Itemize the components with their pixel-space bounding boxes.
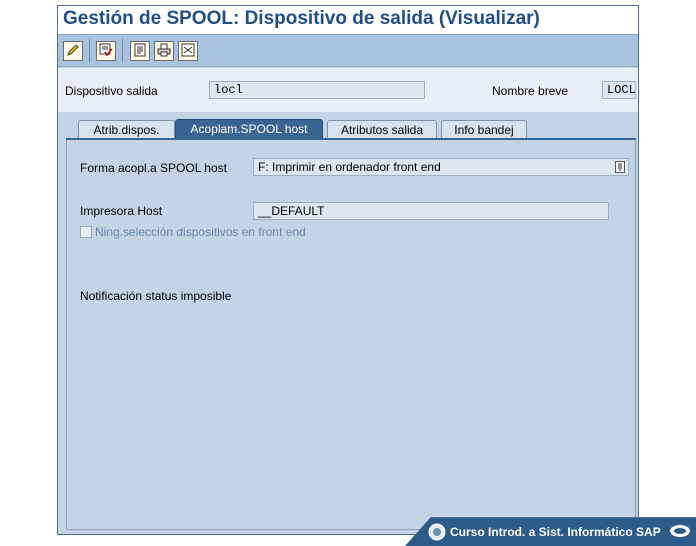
device-field[interactable]: locl [209, 81, 425, 99]
toolbar-separator [89, 39, 90, 63]
course-text: Curso Introd. a Sist. Informático SAP [450, 525, 661, 539]
device-header: Dispositivo salida locl Nombre breve LOC… [58, 68, 638, 112]
display-change-button[interactable] [63, 41, 83, 61]
tab-info-bandej[interactable]: Info bandej [441, 120, 527, 139]
coupling-select[interactable]: F: Imprimir en ordenador front end [253, 158, 629, 176]
host-printer-field[interactable]: __DEFAULT [253, 202, 609, 220]
course-footer: Curso Introd. a Sist. Informático SAP [405, 517, 696, 546]
list-button[interactable] [178, 41, 198, 61]
page-title: Gestión de SPOOL: Dispositivo de salida … [58, 6, 638, 34]
no-frontend-selection-label: Ning.selección dispositivos en front end [95, 225, 306, 239]
tab-atrib-dispos[interactable]: Atrib.dispos. [78, 120, 175, 139]
tab-atributos-salida[interactable]: Atributos salida [327, 120, 437, 139]
no-frontend-selection-checkbox[interactable] [80, 226, 92, 238]
sap-logo-icon [669, 524, 691, 541]
tab-panel: Forma acopl.a SPOOL host F: Imprimir en … [66, 140, 636, 530]
coupling-label: Forma acopl.a SPOOL host [80, 161, 227, 175]
pencil-icon [66, 43, 80, 60]
short-name-label: Nombre breve [492, 84, 569, 98]
coupling-value: F: Imprimir en ordenador front end [258, 160, 441, 174]
seal-icon [428, 523, 446, 544]
check-list-icon [99, 43, 113, 60]
status-text: Notificación status imposible [80, 289, 232, 303]
form-icon [133, 43, 147, 60]
application-toolbar [58, 34, 638, 67]
print-button[interactable] [154, 41, 174, 61]
list-check-icon [181, 43, 195, 60]
check-button[interactable] [96, 41, 116, 61]
tab-acoplam-spool-host[interactable]: Acoplam.SPOOL host [175, 119, 323, 140]
form-button[interactable] [130, 41, 150, 61]
short-name-field[interactable]: LOCL [602, 81, 636, 99]
host-printer-label: Impresora Host [80, 204, 163, 218]
device-label: Dispositivo salida [65, 84, 158, 98]
dropdown-icon[interactable] [615, 161, 625, 175]
printer-icon [157, 43, 171, 60]
toolbar-separator [122, 39, 123, 63]
sap-window: Gestión de SPOOL: Dispositivo de salida … [57, 5, 639, 535]
